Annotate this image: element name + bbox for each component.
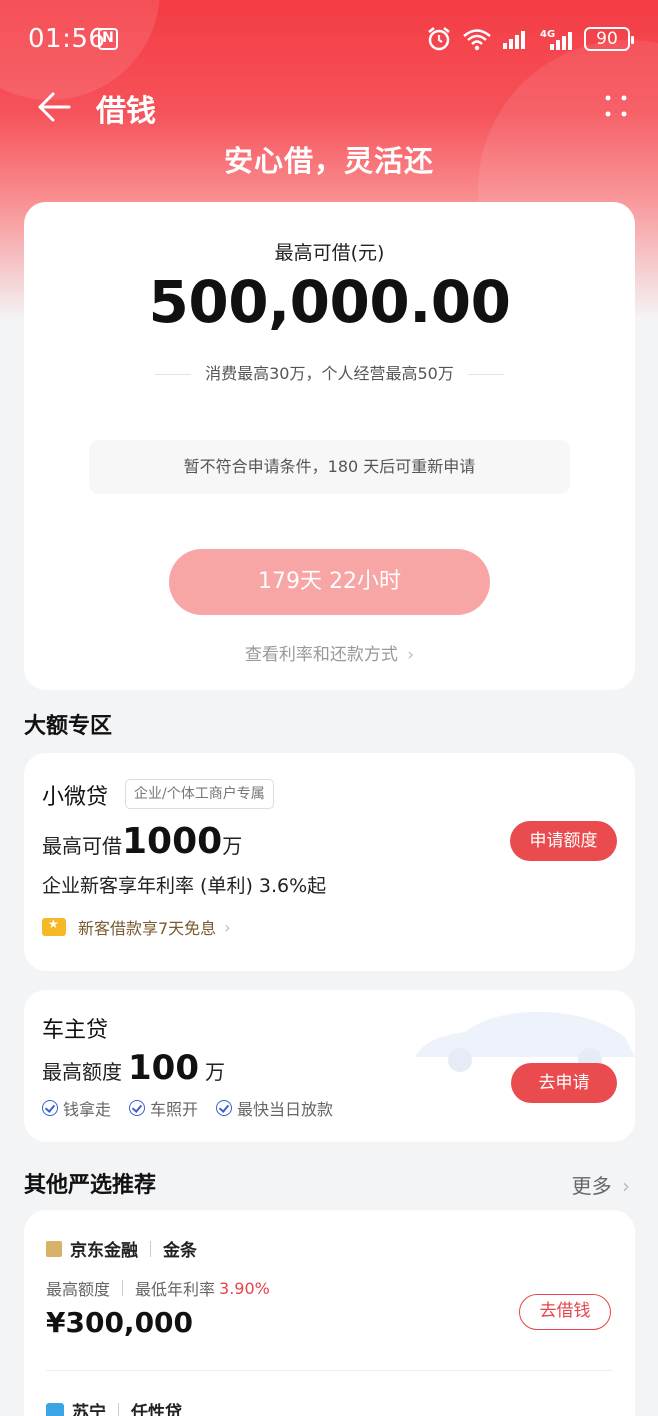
rec-amount: ¥300,000 [46, 1306, 194, 1339]
micro-loan-max: 最高可借1000万 [42, 821, 242, 862]
wifi-icon [463, 29, 491, 51]
more-link-text: 更多 [571, 1174, 612, 1198]
micro-loan-promo[interactable]: 新客借款享7天免息 › [42, 915, 231, 939]
check-circle-icon [129, 1100, 146, 1116]
car-loan-name: 车主贷 [42, 1018, 109, 1043]
divider [150, 1240, 151, 1257]
check-circle-icon [216, 1100, 233, 1116]
limit-label: 最高额度 [46, 1280, 111, 1299]
micro-loan-name: 小微贷 [42, 785, 109, 810]
max-value: 100 [128, 1048, 199, 1088]
rec-product: 任性贷 [131, 1403, 182, 1416]
max-prefix: 最高可借 [42, 834, 122, 858]
status-icons: 4G 90 [426, 24, 634, 54]
max-borrow-amount: 500,000.00 [148, 268, 511, 336]
battery-icon: 90 [584, 27, 634, 51]
max-borrow-label: 最高可借(元) [274, 242, 385, 264]
eligibility-warning: 暂不符合申请条件，180 天后可重新申请 [89, 440, 570, 494]
coupon-icon [42, 917, 66, 936]
nav-bar: 借钱 [0, 84, 658, 130]
feature-item: 最快当日放款 [216, 1096, 333, 1120]
divider [46, 1370, 613, 1371]
countdown-button[interactable]: 179天 22小时 [169, 549, 490, 615]
car-loan-features: 钱拿走 车照开 最快当日放款 [42, 1096, 333, 1120]
micro-loan-tag: 企业/个体工商户专属 [125, 779, 274, 809]
divider [118, 1402, 119, 1416]
car-loan-max: 最高额度 100 万 [42, 1048, 225, 1088]
micro-loan-rate: 企业新客享年利率 (单利) 3.6%起 [42, 875, 327, 897]
divider-line [467, 374, 504, 375]
status-time: 01:56 [28, 24, 106, 54]
limit-note-text: 消费最高30万，个人经营最高50万 [205, 364, 454, 383]
rec-brand: 苏宁 [72, 1403, 106, 1416]
rate-value: 3.90% [219, 1278, 270, 1298]
car-loan-card[interactable]: 车主贷 最高额度 100 万 钱拿走 车照开 最快当日放款 去申请 [24, 990, 635, 1142]
signal-icon [503, 31, 525, 49]
max-value: 1000 [122, 821, 223, 862]
max-prefix: 最高额度 [42, 1060, 122, 1084]
page-title: 借钱 [96, 94, 156, 129]
rate-label: 最低年利率 [135, 1280, 216, 1299]
chevron-right-icon: › [224, 917, 231, 937]
divider [122, 1280, 124, 1296]
chevron-right-icon: › [407, 645, 415, 665]
car-illustration-icon [415, 1011, 635, 1072]
svg-text:4G: 4G [540, 29, 555, 40]
signal-4g-icon: 4G [540, 29, 572, 50]
more-dots-icon[interactable] [604, 92, 628, 120]
rec-item-header: 京东金融 金条 [46, 1236, 197, 1261]
feature-item: 钱拿走 [42, 1096, 111, 1120]
feature-text: 钱拿走 [63, 1100, 112, 1119]
more-link[interactable]: 更多 › [572, 1170, 630, 1199]
apply-limit-button[interactable]: 申请额度 [510, 821, 617, 861]
borrow-button[interactable]: 去借钱 [519, 1294, 611, 1330]
feature-item: 车照开 [129, 1096, 198, 1120]
limit-note: 消费最高30万，个人经营最高50万 [24, 360, 635, 384]
suning-logo-icon [46, 1402, 64, 1416]
feature-text: 最快当日放款 [237, 1100, 334, 1119]
credit-limit-card: 最高可借(元) 500,000.00 消费最高30万，个人经营最高50万 暂不符… [24, 202, 635, 690]
alarm-icon [428, 27, 450, 51]
car-apply-button[interactable]: 去申请 [511, 1063, 617, 1103]
rec-brand: 京东金融 [70, 1241, 138, 1261]
rec-item-header: 苏宁 任性贷 [46, 1398, 182, 1416]
feature-text: 车照开 [150, 1100, 199, 1119]
chevron-right-icon: › [622, 1174, 630, 1198]
slogan: 安心借，灵活还 [223, 144, 434, 178]
max-unit: 万 [204, 1060, 225, 1084]
divider-line [155, 374, 192, 375]
rate-repayment-link[interactable]: 查看利率和还款方式 › [24, 640, 635, 665]
nfc-icon: N [98, 28, 118, 50]
section-title-recommend: 其他严选推荐 [24, 1173, 157, 1198]
jd-finance-logo-icon [46, 1240, 62, 1257]
section-title-large: 大额专区 [24, 714, 113, 739]
promo-text: 新客借款享7天免息 [78, 919, 217, 938]
rate-repayment-link-text: 查看利率和还款方式 [244, 645, 398, 665]
rec-product: 金条 [163, 1241, 197, 1261]
recommend-card: 京东金融 金条 最高额度 最低年利率 3.90% ¥300,000 去借钱 苏宁… [24, 1210, 635, 1416]
micro-loan-card[interactable]: 小微贷 企业/个体工商户专属 最高可借1000万 企业新客享年利率 (单利) 3… [24, 753, 635, 971]
back-arrow-icon[interactable] [36, 90, 72, 124]
status-bar: 01:56 N 4G 90 [0, 0, 658, 80]
max-unit: 万 [222, 834, 243, 858]
check-circle-icon [42, 1100, 58, 1116]
rec-item-labels: 最高额度 最低年利率 3.90% [46, 1276, 270, 1300]
